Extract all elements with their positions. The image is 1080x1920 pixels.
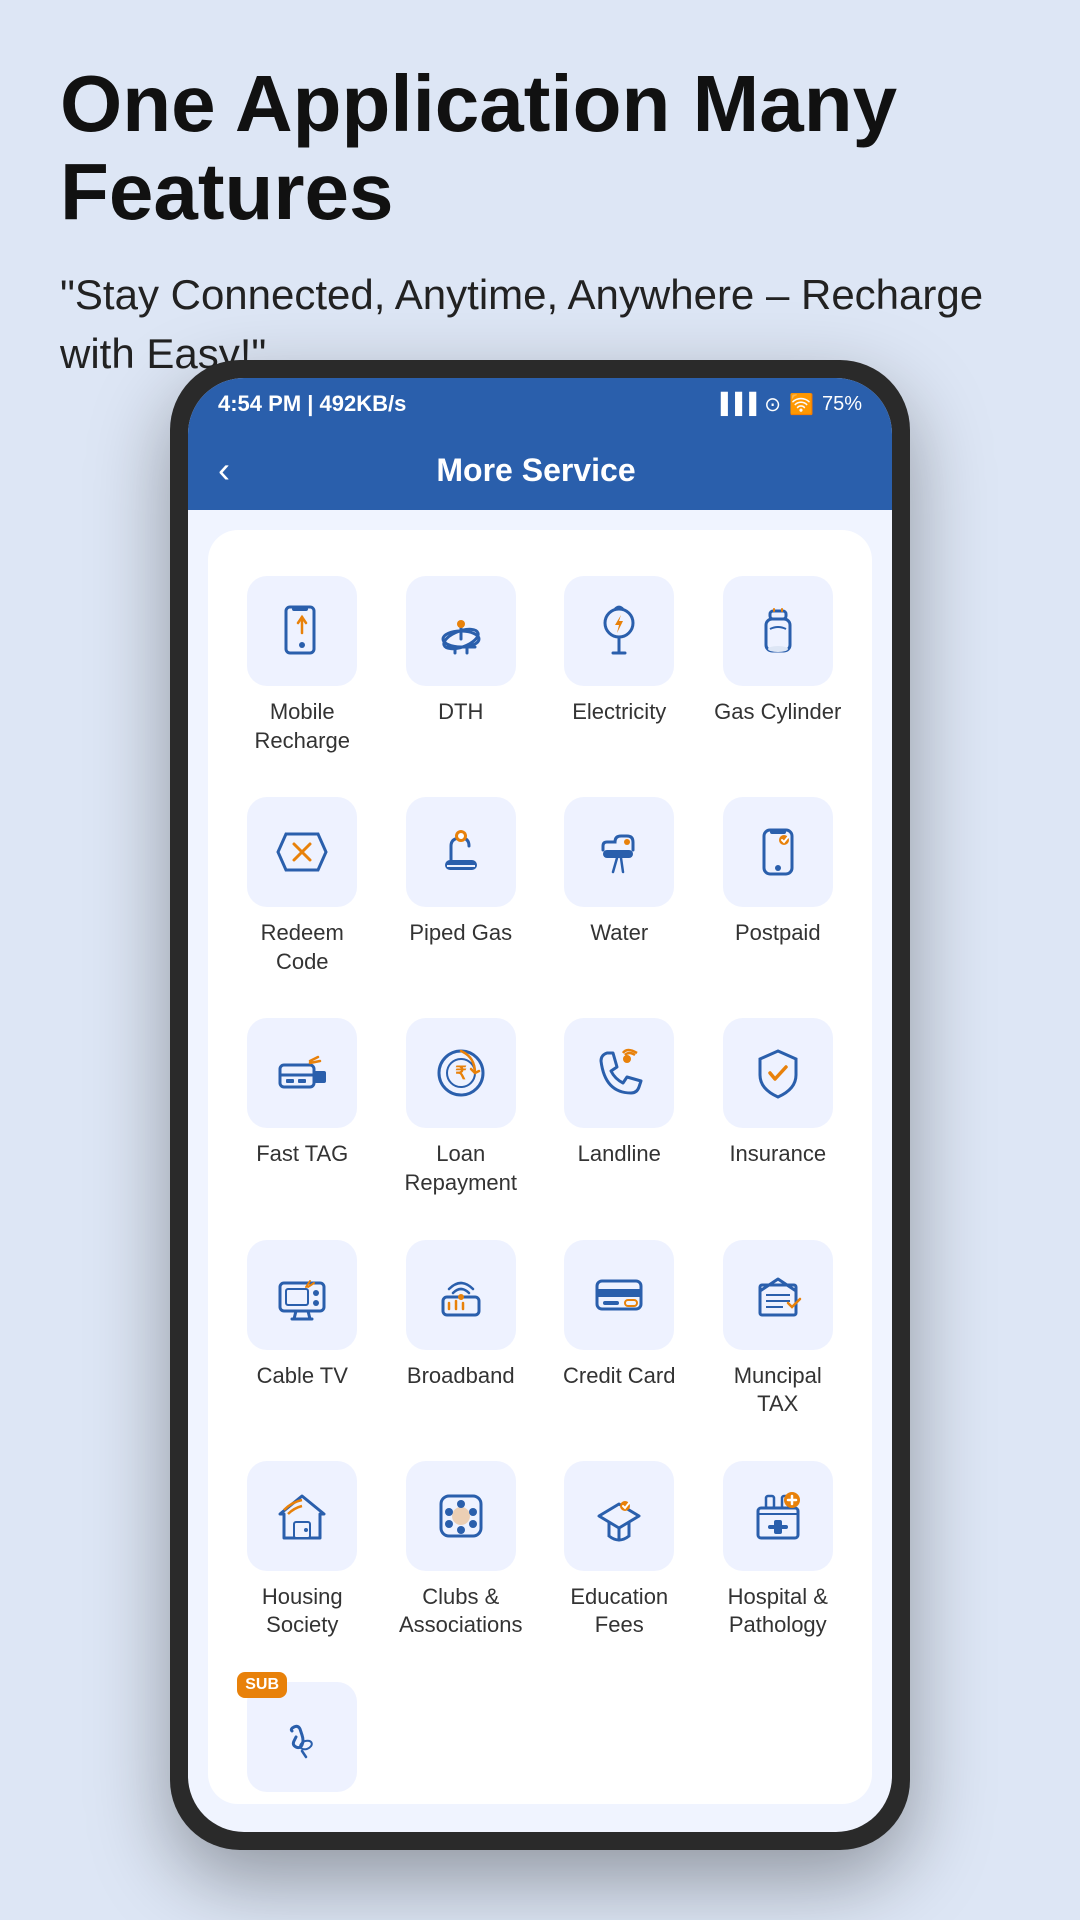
clubs-associations-icon-box: [406, 1461, 516, 1571]
service-item-gas-cylinder[interactable]: Gas Cylinder: [704, 560, 853, 771]
back-button[interactable]: ‹: [218, 449, 230, 491]
redeem-code-icon-box: [247, 797, 357, 907]
phone-inner: 4:54 PM | 492KB/s ▐▐▐ ⊙ 🛜 75% ‹ More Ser…: [188, 378, 892, 1832]
service-item-fast-tag[interactable]: Fast TAG: [228, 1002, 377, 1213]
gas-cylinder-icon-box: [723, 576, 833, 686]
electricity-label: Electricity: [572, 698, 666, 727]
service-item-dth[interactable]: DTH: [387, 560, 536, 771]
svg-text:₹: ₹: [455, 1063, 467, 1083]
broadband-label: Broadband: [407, 1362, 515, 1391]
hospital-pathology-label: Hospital &Pathology: [728, 1583, 828, 1640]
mobile-recharge-label: MobileRecharge: [255, 698, 350, 755]
dth-label: DTH: [438, 698, 483, 727]
electricity-icon-box: [564, 576, 674, 686]
signal-icon: ▐▐▐: [714, 393, 757, 416]
dth-icon-box: [406, 576, 516, 686]
landline-label: Landline: [578, 1140, 661, 1169]
water-label: Water: [590, 919, 648, 948]
loan-repayment-icon-box: ₹: [406, 1018, 516, 1128]
phone-mockup: 4:54 PM | 492KB/s ▐▐▐ ⊙ 🛜 75% ‹ More Ser…: [170, 360, 910, 1850]
education-fees-icon-box: [564, 1461, 674, 1571]
insurance-label: Insurance: [729, 1140, 826, 1169]
service-item-cable-tv[interactable]: Cable TV: [228, 1224, 377, 1435]
status-time: 4:54 PM | 492KB/s: [218, 391, 406, 417]
insurance-icon-box: [723, 1018, 833, 1128]
postpaid-label: Postpaid: [735, 919, 821, 948]
sub-badge: SUB: [237, 1672, 287, 1698]
cable-tv-label: Cable TV: [257, 1362, 348, 1391]
piped-gas-icon-box: [406, 797, 516, 907]
service-item-postpaid[interactable]: Postpaid: [704, 781, 853, 992]
service-item-clubs-associations[interactable]: Clubs &Associations: [387, 1445, 536, 1656]
hospital-pathology-icon-box: [723, 1461, 833, 1571]
service-item-loan-repayment[interactable]: ₹ LoanRepayment: [387, 1002, 536, 1213]
landline-icon-box: [564, 1018, 674, 1128]
service-item-education-fees[interactable]: Education Fees: [545, 1445, 694, 1656]
service-grid: MobileRecharge DTH: [228, 560, 852, 1804]
mobile-recharge-icon-box: [247, 576, 357, 686]
loan-repayment-label: LoanRepayment: [404, 1140, 517, 1197]
status-bar: 4:54 PM | 492KB/s ▐▐▐ ⊙ 🛜 75%: [188, 378, 892, 430]
page-header: One Application Many Features "Stay Conn…: [0, 0, 1080, 414]
service-item-mobile-recharge[interactable]: MobileRecharge: [228, 560, 377, 771]
service-item-credit-card[interactable]: Credit Card: [545, 1224, 694, 1435]
municipal-tax-label: Muncipal TAX: [712, 1362, 845, 1419]
piped-gas-label: Piped Gas: [409, 919, 512, 948]
status-icons: ▐▐▐ ⊙ 🛜 75%: [714, 392, 862, 417]
service-item-hospital-pathology[interactable]: Hospital &Pathology: [704, 1445, 853, 1656]
battery-level: 75%: [822, 393, 862, 416]
water-icon-box: [564, 797, 674, 907]
redeem-code-label: Redeem Code: [236, 919, 369, 976]
wifi-signal-icon: 🛜: [789, 392, 814, 417]
service-item-municipal-tax[interactable]: Muncipal TAX: [704, 1224, 853, 1435]
service-item-housing-society[interactable]: Housing Society: [228, 1445, 377, 1656]
service-item-piped-gas[interactable]: Piped Gas: [387, 781, 536, 992]
battery-icon: 75%: [822, 393, 862, 416]
education-fees-label: Education Fees: [553, 1583, 686, 1640]
wifi-icon: ⊙: [764, 392, 781, 417]
subscription-fees-icon-box: SUB: [247, 1682, 357, 1792]
broadband-icon-box: [406, 1240, 516, 1350]
service-item-landline[interactable]: Landline: [545, 1002, 694, 1213]
app-header: ‹ More Service: [188, 430, 892, 510]
postpaid-icon-box: [723, 797, 833, 907]
app-title: More Service: [250, 452, 822, 489]
housing-society-label: Housing Society: [236, 1583, 369, 1640]
service-item-redeem-code[interactable]: Redeem Code: [228, 781, 377, 992]
credit-card-label: Credit Card: [563, 1362, 675, 1391]
service-item-broadband[interactable]: Broadband: [387, 1224, 536, 1435]
content-area: MobileRecharge DTH: [208, 530, 872, 1804]
fast-tag-icon-box: [247, 1018, 357, 1128]
page-title: One Application Many Features: [60, 60, 1020, 236]
service-item-insurance[interactable]: Insurance: [704, 1002, 853, 1213]
credit-card-icon-box: [564, 1240, 674, 1350]
service-item-water[interactable]: Water: [545, 781, 694, 992]
housing-society-icon-box: [247, 1461, 357, 1571]
municipal-tax-icon-box: [723, 1240, 833, 1350]
clubs-associations-label: Clubs &Associations: [399, 1583, 523, 1640]
service-item-electricity[interactable]: Electricity: [545, 560, 694, 771]
service-item-subscription-fees[interactable]: SUB SubscriptionFees: [228, 1666, 377, 1804]
gas-cylinder-label: Gas Cylinder: [714, 698, 841, 727]
fast-tag-label: Fast TAG: [256, 1140, 348, 1169]
cable-tv-icon-box: [247, 1240, 357, 1350]
